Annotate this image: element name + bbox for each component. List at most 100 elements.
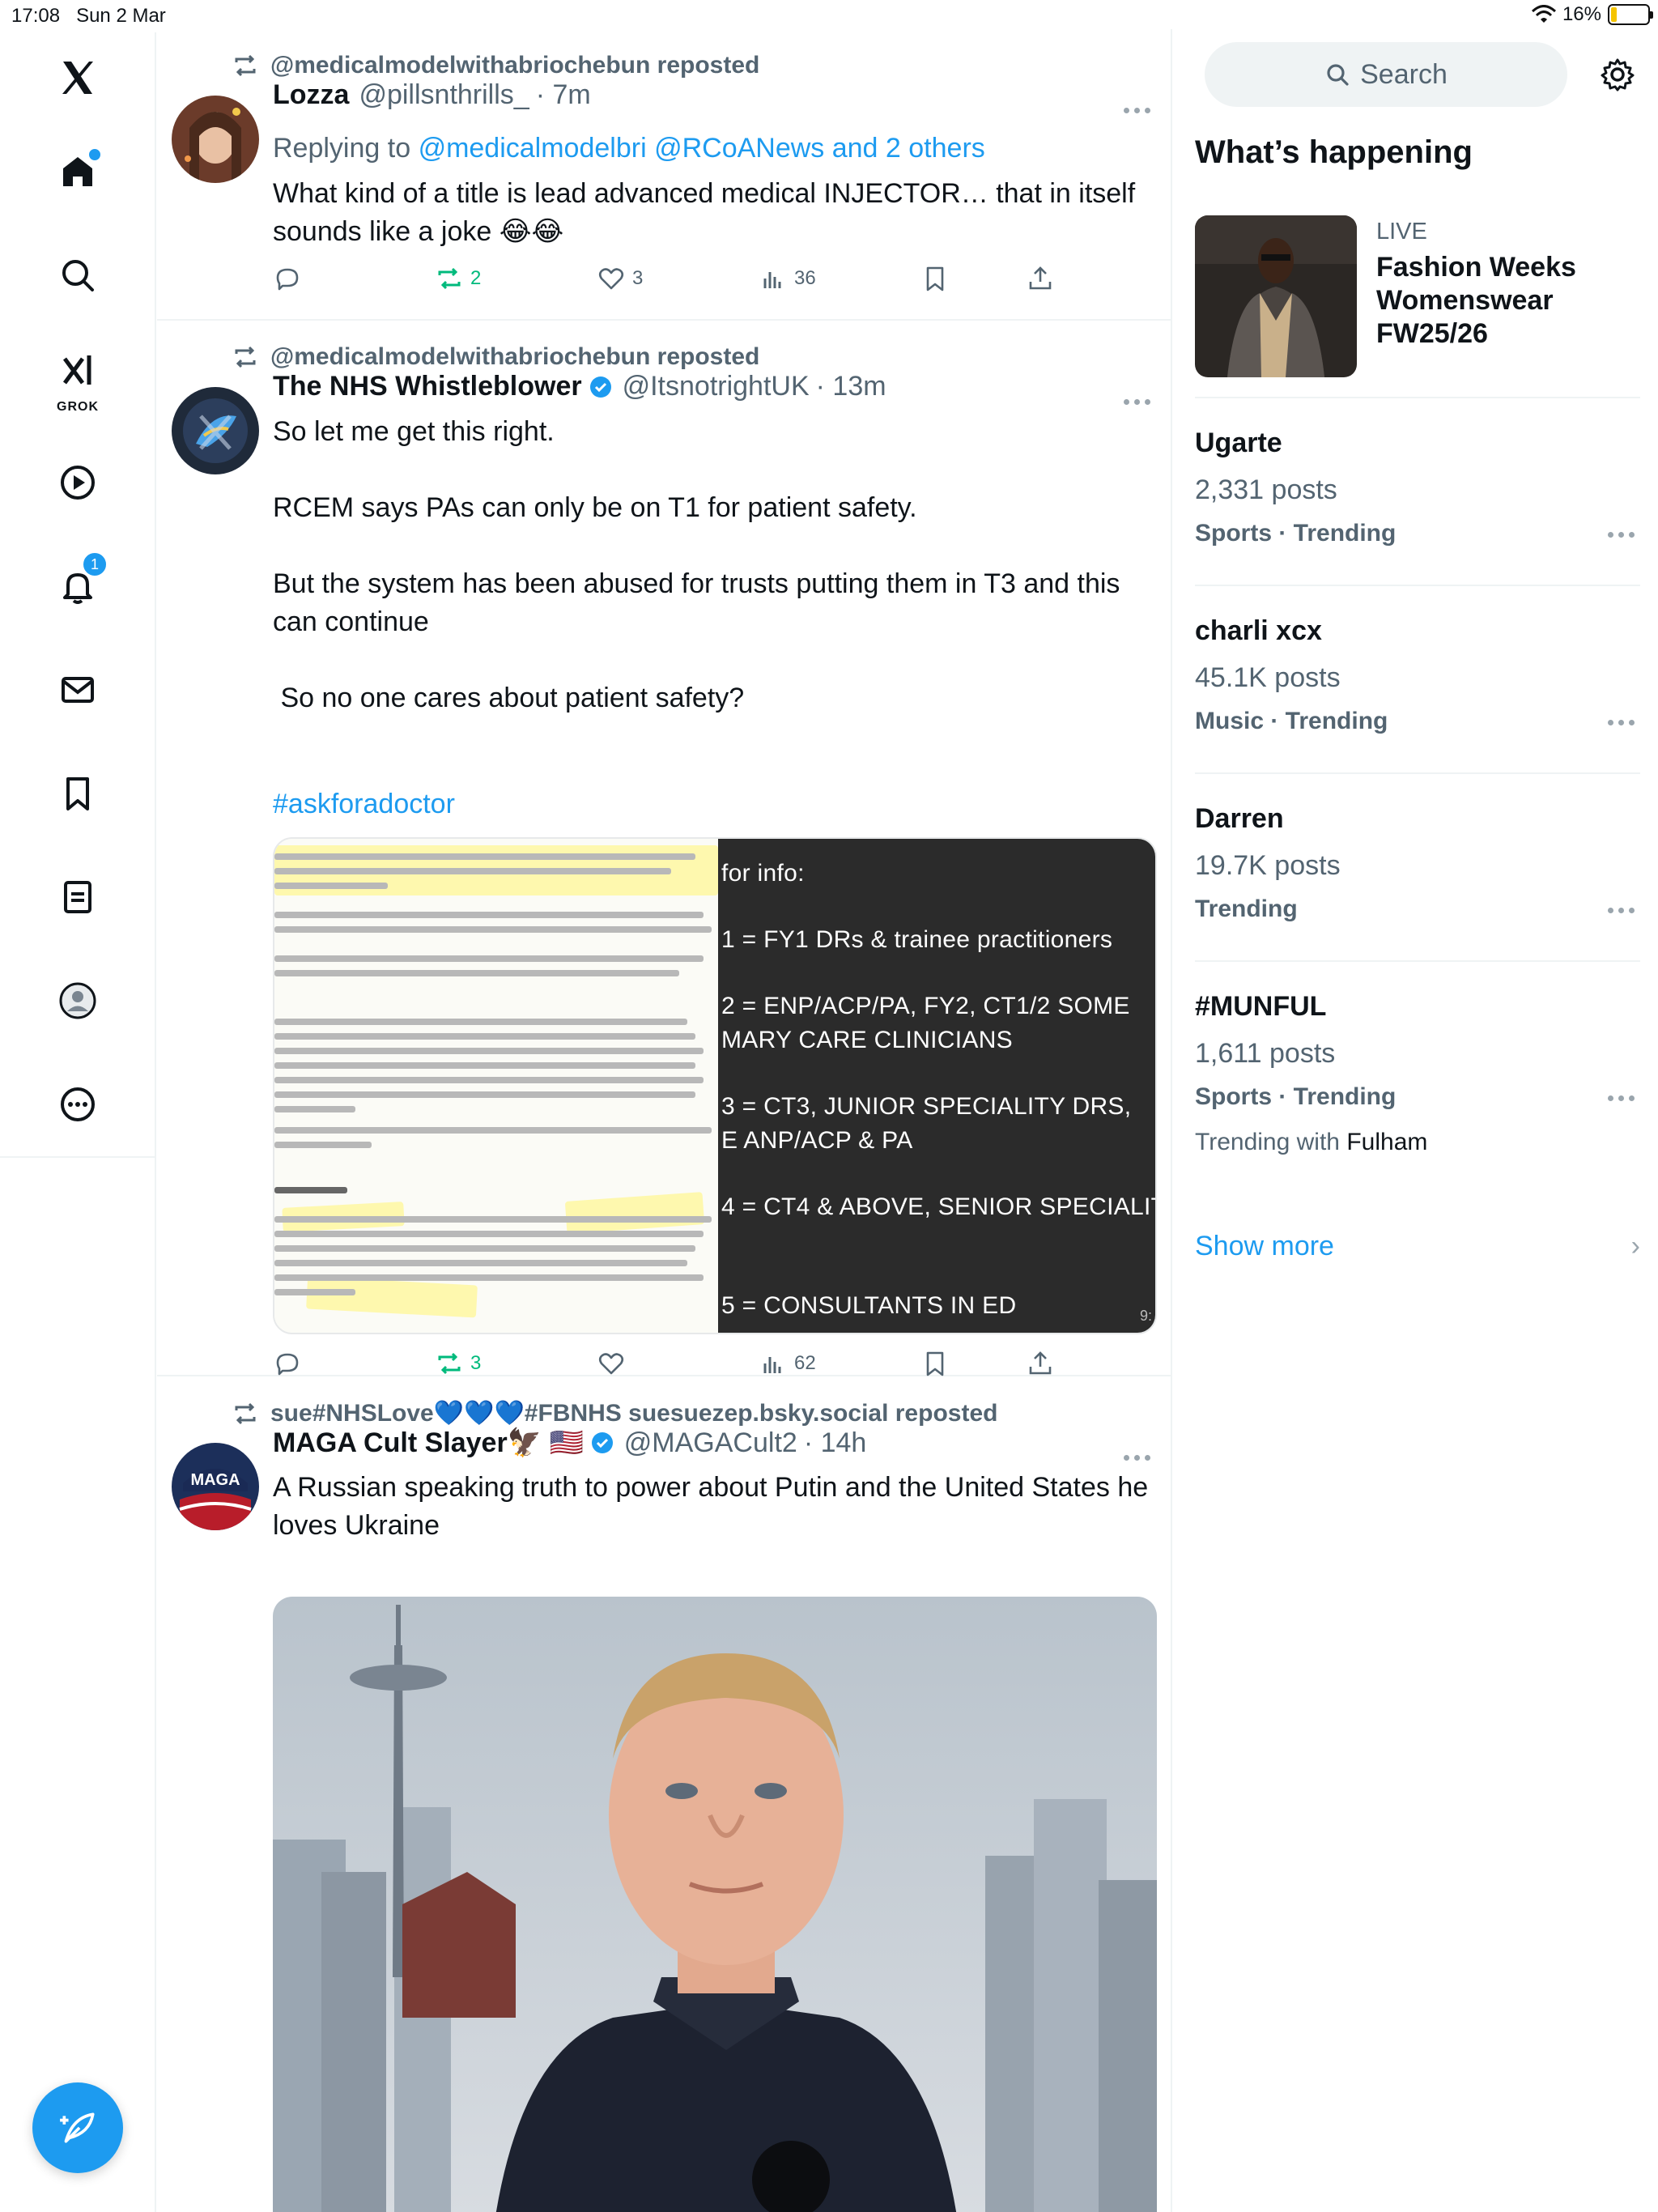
x-logo-icon[interactable] — [39, 39, 117, 117]
notifications-bell-icon[interactable]: 1 — [39, 547, 117, 625]
trend-more-button[interactable] — [1601, 525, 1640, 544]
repost-icon — [438, 1352, 461, 1375]
tweet-text: What kind of a title is lead advanced me… — [273, 178, 1143, 247]
share-button[interactable] — [1026, 1349, 1055, 1378]
tweet-actions: 2 3 36 — [273, 264, 1131, 304]
repost-label: @medicalmodelwithabriochebun reposted — [270, 52, 760, 79]
reply-button[interactable] — [273, 264, 302, 293]
trend-name: charli xcx — [1195, 615, 1322, 646]
repost-button[interactable]: 2 — [435, 264, 481, 293]
gear-icon — [1601, 58, 1635, 91]
like-button[interactable] — [597, 1349, 632, 1378]
repost-indicator: @medicalmodelwithabriochebun reposted — [232, 343, 759, 371]
tweet-header: MAGA Cult Slayer🦅 🇺🇸 @MAGACult2 · 14h — [273, 1427, 866, 1459]
bookmark-button[interactable] — [920, 264, 950, 293]
messages-envelope-icon[interactable] — [39, 651, 117, 729]
timeline: @medicalmodelwithabriochebun reposted Lo… — [157, 29, 1172, 2212]
trend-item[interactable]: Ugarte 2,331 posts Sports · Trending — [1195, 397, 1640, 585]
views-count: 62 — [794, 1352, 816, 1374]
grok-icon[interactable]: GROK — [39, 338, 117, 416]
home-icon[interactable] — [39, 133, 117, 211]
author-handle[interactable]: @ItsnotrightUK — [623, 371, 810, 402]
trend-more-button[interactable] — [1601, 900, 1640, 920]
repost-icon — [235, 54, 256, 77]
video-frame — [273, 1597, 1157, 2212]
video-play-icon[interactable] — [39, 444, 117, 521]
trend-item[interactable]: Darren 19.7K posts Trending — [1195, 772, 1640, 960]
bookmark-icon — [926, 266, 944, 291]
bookmark-button[interactable] — [920, 1349, 950, 1378]
more-options-icon[interactable] — [39, 1066, 117, 1143]
live-event-card[interactable]: LIVE Fashion Weeks Womenswear FW25/26 — [1195, 215, 1648, 377]
document-screenshot — [274, 839, 718, 1333]
lists-icon[interactable] — [39, 858, 117, 936]
status-right: 16% — [1531, 3, 1653, 26]
share-button[interactable] — [1026, 264, 1055, 293]
reply-icon — [276, 1353, 299, 1376]
post-time: · 14h — [803, 1427, 867, 1458]
tweet-header: Lozza @pillsnthrills_ · 7m — [273, 79, 591, 111]
views-button[interactable]: 36 — [759, 264, 816, 293]
verified-badge-icon — [589, 376, 611, 398]
trend-category: Music · Trending — [1195, 708, 1388, 734]
like-button[interactable]: 3 — [597, 264, 643, 293]
repost-button[interactable]: 3 — [435, 1349, 481, 1378]
tweet-video-media[interactable]: for info: 1 = FY1 DRs & trainee practiti… — [273, 837, 1157, 1334]
repost-label: @medicalmodelwithabriochebun reposted — [270, 343, 760, 370]
author-handle[interactable]: @MAGACult2 — [624, 1427, 797, 1459]
live-label: LIVE — [1376, 219, 1427, 245]
hashtag-link[interactable]: #askforadoctor — [273, 785, 1156, 823]
repost-count: 3 — [470, 1352, 482, 1374]
profile-avatar-icon[interactable] — [39, 962, 117, 1040]
post-more-button[interactable] — [1117, 100, 1156, 120]
share-icon — [1029, 266, 1052, 290]
avatar-text: MAGA — [190, 1471, 240, 1489]
right-sidebar: Search What’s happening LIVE Fashion Wee… — [1174, 32, 1658, 2212]
author-handle[interactable]: @pillsnthrills_ — [359, 79, 529, 111]
search-input[interactable]: Search — [1205, 42, 1567, 107]
post-more-button[interactable] — [1117, 392, 1156, 411]
avatar[interactable]: MAGA — [172, 1443, 259, 1530]
trend-category: Sports · Trending — [1195, 1083, 1397, 1110]
tweet-video-media[interactable] — [273, 1597, 1157, 2212]
author-name[interactable]: The NHS Whistleblower — [273, 371, 582, 402]
whats-happening-title: What’s happening — [1195, 134, 1473, 170]
compose-post-button[interactable] — [32, 2082, 123, 2173]
video-text-panel: for info: 1 = FY1 DRs & trainee practiti… — [718, 839, 1155, 1333]
reply-targets-link[interactable]: @medicalmodelbri @RCoANews and 2 others — [419, 133, 985, 164]
trend-item[interactable]: #MUNFUL 1,611 posts Sports · Trending Tr… — [1195, 960, 1640, 1195]
tweet-nhs-whistleblower[interactable]: @medicalmodelwithabriochebun reposted Th… — [157, 321, 1171, 1378]
bookmarks-icon[interactable] — [39, 755, 117, 832]
trend-more-button[interactable] — [1601, 713, 1640, 732]
trend-item[interactable]: charli xcx 45.1K posts Music · Trending — [1195, 585, 1640, 772]
live-headline: Fashion Weeks Womenswear FW25/26 — [1376, 252, 1576, 349]
reply-button[interactable] — [273, 1349, 302, 1378]
views-count: 36 — [794, 267, 816, 289]
trend-category: Sports · Trending — [1195, 520, 1397, 547]
explore-search-icon[interactable] — [39, 236, 117, 314]
author-name[interactable]: Lozza — [273, 79, 349, 111]
media-line: 4 = CT4 & ABOVE, SENIOR SPECIALIT — [721, 1193, 1157, 1220]
home-dot-badge — [87, 147, 102, 162]
settings-gear-button[interactable] — [1592, 49, 1643, 100]
post-more-button[interactable] — [1117, 1448, 1156, 1467]
views-chart-icon — [763, 272, 781, 288]
trend-count: 1,611 posts — [1195, 1038, 1336, 1069]
avatar[interactable] — [172, 96, 259, 183]
status-time: 17:08 Sun 2 Mar — [11, 5, 166, 27]
tweet-lozza[interactable]: @medicalmodelwithabriochebun reposted Lo… — [157, 29, 1171, 321]
tweet-header: The NHS Whistleblower @ItsnotrightUK · 1… — [273, 371, 886, 402]
views-button[interactable]: 62 — [759, 1349, 816, 1378]
tweet-maga-cult-slayer[interactable]: sue#NHSLove💙💙💙#FBNHS suesuezep.bsky.soci… — [157, 1376, 1171, 2212]
wifi-icon — [1531, 5, 1556, 23]
trend-more-button[interactable] — [1601, 1088, 1640, 1108]
avatar[interactable] — [172, 387, 259, 474]
repost-label: sue#NHSLove💙💙💙#FBNHS suesuezep.bsky.soci… — [270, 1400, 998, 1427]
author-name[interactable]: MAGA Cult Slayer🦅 🇺🇸 — [273, 1427, 584, 1459]
media-line: 1 = FY1 DRs & trainee practitioners — [721, 926, 1113, 953]
heart-icon — [598, 1353, 624, 1375]
battery-icon — [1608, 4, 1653, 25]
show-more-link[interactable]: Show more › — [1195, 1231, 1640, 1262]
trend-count: 45.1K posts — [1195, 662, 1341, 693]
media-line: for info: — [721, 860, 805, 887]
